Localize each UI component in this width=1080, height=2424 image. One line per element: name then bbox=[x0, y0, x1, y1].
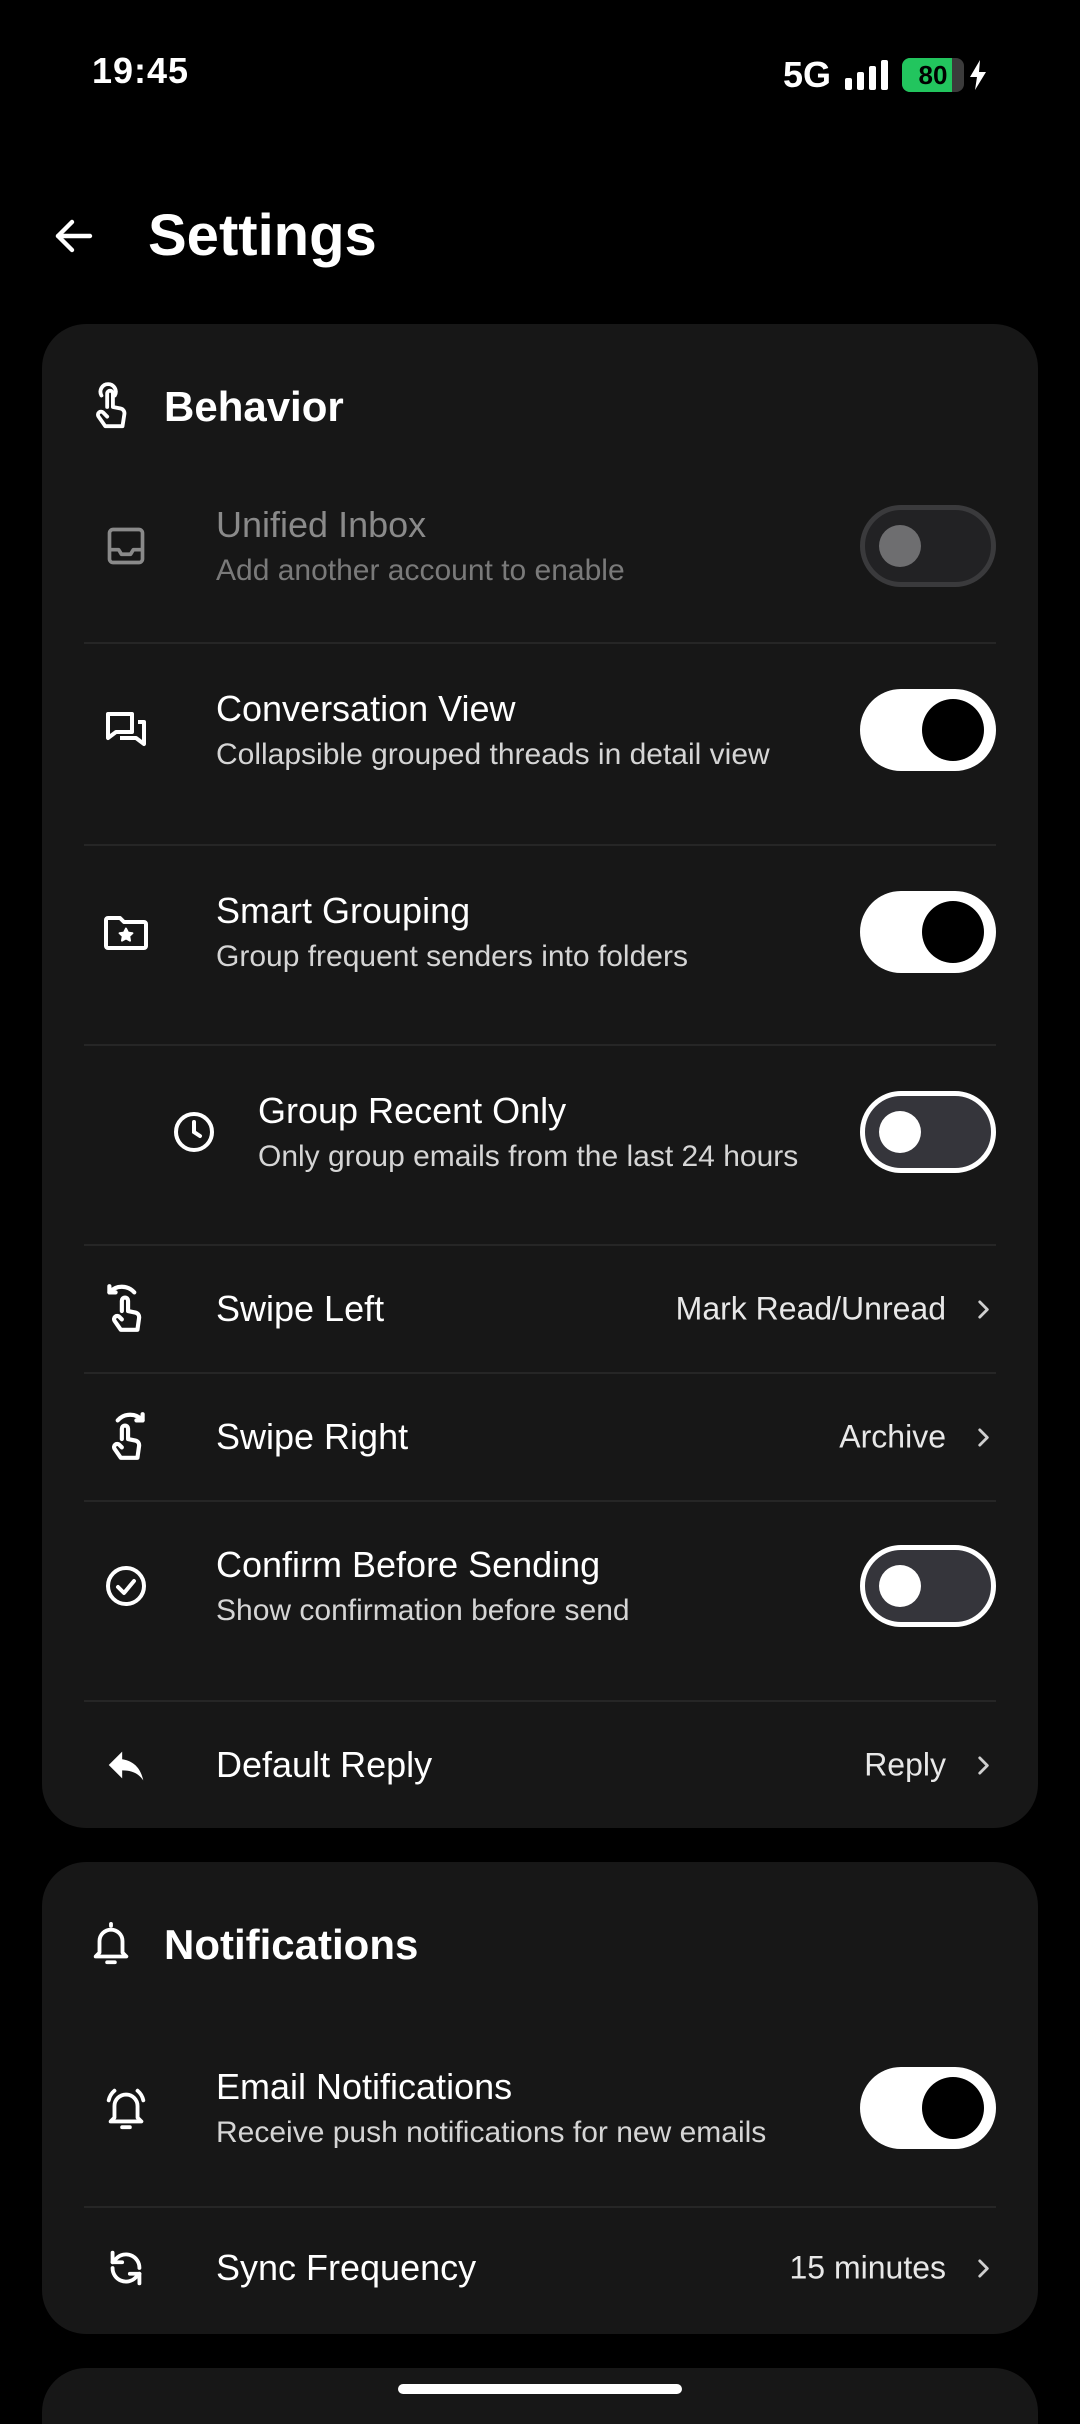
divider bbox=[84, 642, 996, 644]
chevron-right-icon bbox=[978, 1300, 989, 1318]
setting-value: 15 minutes bbox=[789, 2249, 946, 2286]
conversation-view-toggle[interactable] bbox=[860, 689, 996, 771]
setting-title: Group Recent Only bbox=[258, 1090, 567, 1131]
setting-value: Reply bbox=[864, 1746, 946, 1783]
chevron-right-icon bbox=[978, 1756, 989, 1774]
home-indicator[interactable] bbox=[398, 2384, 682, 2394]
check-circle-icon bbox=[100, 1560, 152, 1612]
swipe-left-value: Mark Read/Unread bbox=[676, 1291, 996, 1328]
setting-title: Email Notifications bbox=[216, 2066, 513, 2107]
next-section-card bbox=[42, 2368, 1038, 2424]
arrow-left-icon bbox=[55, 219, 93, 253]
battery-level: 80 bbox=[918, 59, 948, 90]
setting-title: Smart Grouping bbox=[216, 890, 471, 931]
notifications-header: Notifications bbox=[88, 1910, 418, 1980]
inbox-icon bbox=[100, 520, 152, 572]
divider bbox=[84, 1500, 996, 1502]
behavior-header: Behavior bbox=[88, 372, 344, 442]
divider bbox=[84, 1044, 996, 1046]
folder-star-icon bbox=[100, 906, 152, 958]
behavior-section: Behavior Unified Inbox Add another accou… bbox=[42, 324, 1038, 1828]
email-notifications-toggle[interactable] bbox=[860, 2067, 996, 2149]
touch-hand-icon bbox=[96, 382, 127, 429]
bell-ring-icon bbox=[100, 2082, 152, 2134]
charging-icon bbox=[968, 60, 988, 90]
chat-bubbles-icon bbox=[100, 704, 152, 756]
group-recent-only-toggle[interactable] bbox=[860, 1091, 996, 1173]
setting-subtitle: Only group emails from the last 24 hours bbox=[258, 1140, 799, 1173]
setting-subtitle: Receive push notifications for new email… bbox=[216, 2116, 767, 2149]
setting-confirm-before-sending[interactable]: Confirm Before Sending Show confirmation… bbox=[84, 1524, 996, 1648]
setting-title: Swipe Left bbox=[216, 1288, 385, 1329]
network-type: 5G bbox=[782, 54, 831, 95]
notifications-section: Notifications Email Notifications Receiv… bbox=[42, 1862, 1038, 2334]
chevron-right-icon bbox=[978, 2259, 989, 2277]
default-reply-value: Reply bbox=[864, 1747, 996, 1784]
unified-inbox-toggle[interactable] bbox=[860, 505, 996, 587]
setting-group-recent-only[interactable]: Group Recent Only Only group emails from… bbox=[84, 1070, 996, 1194]
setting-title: Conversation View bbox=[216, 688, 516, 729]
status-bar: 19:45 5G 80 bbox=[0, 0, 1080, 150]
setting-sync-frequency[interactable]: Sync Frequency 15 minutes bbox=[84, 2218, 996, 2318]
divider bbox=[84, 844, 996, 846]
setting-title: Default Reply bbox=[216, 1744, 433, 1785]
divider bbox=[84, 1372, 996, 1374]
smart-grouping-toggle[interactable] bbox=[860, 891, 996, 973]
bell-icon bbox=[93, 1921, 129, 1965]
setting-subtitle: Add another account to enable bbox=[216, 554, 625, 587]
swipe-right-icon bbox=[100, 1411, 152, 1463]
chevron-right-icon bbox=[978, 1428, 989, 1446]
sync-icon bbox=[100, 2242, 152, 2294]
divider bbox=[84, 1244, 996, 1246]
page-title: Settings bbox=[148, 203, 377, 268]
swipe-right-value: Archive bbox=[839, 1419, 996, 1456]
setting-subtitle: Show confirmation before send bbox=[216, 1594, 630, 1627]
reply-icon bbox=[100, 1739, 152, 1791]
setting-value: Mark Read/Unread bbox=[675, 1290, 946, 1327]
sync-frequency-value: 15 minutes bbox=[789, 2250, 996, 2287]
status-icons: 5G 80 bbox=[783, 54, 988, 96]
setting-title: Confirm Before Sending bbox=[216, 1544, 601, 1585]
divider bbox=[84, 2206, 996, 2208]
setting-swipe-left[interactable]: Swipe Left Mark Read/Unread bbox=[84, 1258, 996, 1360]
back-button[interactable] bbox=[46, 208, 102, 264]
app-header: Settings bbox=[0, 190, 1080, 282]
setting-swipe-right[interactable]: Swipe Right Archive bbox=[84, 1386, 996, 1488]
setting-unified-inbox: Unified Inbox Add another account to ena… bbox=[84, 484, 996, 608]
battery-icon: 80 bbox=[902, 58, 988, 92]
setting-title: Swipe Right bbox=[216, 1416, 409, 1457]
setting-title: Sync Frequency bbox=[216, 2247, 477, 2288]
swipe-left-icon bbox=[100, 1283, 152, 1335]
setting-value: Archive bbox=[839, 1418, 946, 1455]
setting-subtitle: Collapsible grouped threads in detail vi… bbox=[216, 738, 770, 771]
clock-icon bbox=[168, 1106, 220, 1158]
setting-smart-grouping[interactable]: Smart Grouping Group frequent senders in… bbox=[84, 870, 996, 994]
signal-icon bbox=[845, 60, 888, 90]
divider bbox=[84, 1700, 996, 1702]
status-time: 19:45 bbox=[92, 50, 190, 91]
confirm-before-sending-toggle[interactable] bbox=[860, 1545, 996, 1627]
section-title: Notifications bbox=[164, 1921, 419, 1968]
setting-subtitle: Group frequent senders into folders bbox=[216, 940, 688, 973]
section-title: Behavior bbox=[164, 383, 344, 430]
setting-default-reply[interactable]: Default Reply Reply bbox=[84, 1714, 996, 1816]
setting-title: Unified Inbox bbox=[216, 504, 427, 545]
setting-conversation-view[interactable]: Conversation View Collapsible grouped th… bbox=[84, 668, 996, 792]
setting-email-notifications[interactable]: Email Notifications Receive push notific… bbox=[84, 2046, 996, 2170]
